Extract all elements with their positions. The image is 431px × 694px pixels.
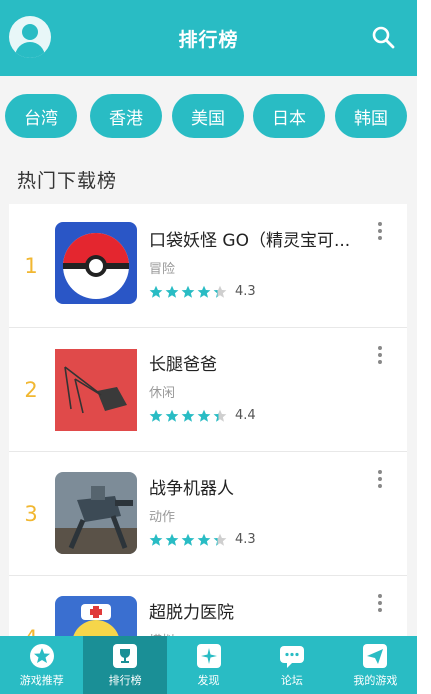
app-name: 口袋妖怪 GO（精灵宝可... — [149, 231, 351, 251]
star-partial-icon — [213, 285, 227, 298]
app-category: 动作 — [149, 510, 176, 525]
rank-number: 2 — [24, 378, 38, 402]
nav-label: 排行榜 — [108, 673, 142, 687]
app-name: 超脱力医院 — [149, 603, 234, 623]
rating-value: 4.3 — [235, 284, 256, 299]
page-title: 排行榜 — [178, 28, 239, 51]
star-full-icon — [149, 409, 163, 422]
chat-icon — [279, 645, 304, 668]
sparkle-icon — [196, 643, 221, 668]
nav-tab-ranking[interactable]: 排行榜 — [83, 636, 167, 694]
nav-label: 论坛 — [280, 673, 303, 687]
list-item[interactable]: 1 口袋妖怪 GO（精灵宝可... 冒险 4.3 — [9, 204, 407, 328]
app-list: 1 口袋妖怪 GO（精灵宝可... 冒险 4.3 2 长腿爸爸 休闲 4.4 3… — [9, 204, 407, 644]
star-rating: 4.4 — [149, 408, 256, 423]
more-icon[interactable] — [377, 594, 383, 614]
star-full-icon — [181, 285, 195, 298]
star-full-icon — [165, 409, 179, 422]
star-partial-icon — [213, 409, 227, 422]
star-full-icon — [149, 285, 163, 298]
app-screen: 排行榜 台湾 香港 美国 日本 韩国 热门下载榜 1 口袋妖怪 GO（精灵宝可.… — [0, 0, 431, 694]
right-edge — [417, 0, 431, 694]
region-tabs: 台湾 香港 美国 日本 韩国 — [0, 76, 417, 156]
nav-tab-discover[interactable]: 发现 — [167, 636, 250, 694]
section-title: 热门下载榜 — [17, 170, 118, 192]
nav-tab-forum[interactable]: 论坛 — [250, 636, 333, 694]
app-icon-pokemon-go — [55, 222, 137, 304]
list-item[interactable]: 4 超脱力医院 模拟 — [9, 576, 407, 644]
list-item[interactable]: 3 战争机器人 动作 4.3 — [9, 452, 407, 576]
rank-number: 1 — [24, 254, 38, 278]
more-icon[interactable] — [377, 346, 383, 366]
app-icon-daddy-long-legs — [55, 349, 137, 431]
star-full-icon — [181, 533, 195, 546]
top-bar: 排行榜 — [0, 0, 417, 76]
app-name: 战争机器人 — [149, 479, 234, 499]
more-icon[interactable] — [377, 222, 383, 242]
star-full-icon — [165, 533, 179, 546]
star-full-icon — [165, 285, 179, 298]
region-tab-hongkong[interactable]: 香港 — [90, 94, 162, 138]
star-full-icon — [181, 409, 195, 422]
app-category: 冒险 — [149, 262, 176, 277]
rank-number: 3 — [24, 502, 38, 526]
nav-tab-recommend[interactable]: 游戏推荐 — [0, 636, 83, 694]
more-icon[interactable] — [377, 470, 383, 490]
nav-tab-my-games[interactable]: 我的游戏 — [334, 636, 417, 694]
send-icon — [363, 643, 388, 668]
star-partial-icon — [213, 533, 227, 546]
star-rating: 4.3 — [149, 284, 256, 299]
star-rating: 4.3 — [149, 532, 256, 547]
bottom-nav: 游戏推荐 排行榜 发现 论坛 我的游戏 — [0, 636, 417, 694]
star-full-icon — [197, 533, 211, 546]
nav-label: 游戏推荐 — [19, 673, 64, 687]
region-tab-usa[interactable]: 美国 — [172, 94, 244, 138]
region-tab-japan[interactable]: 日本 — [253, 94, 325, 138]
nav-label: 发现 — [197, 673, 220, 687]
star-full-icon — [197, 285, 211, 298]
nav-label: 我的游戏 — [353, 673, 398, 687]
rating-value: 4.3 — [235, 532, 256, 547]
app-name: 长腿爸爸 — [149, 355, 217, 375]
app-category: 休闲 — [149, 386, 176, 401]
search-icon[interactable] — [371, 25, 395, 49]
star-full-icon — [149, 533, 163, 546]
region-tab-taiwan[interactable]: 台湾 — [5, 94, 77, 138]
list-item[interactable]: 2 长腿爸爸 休闲 4.4 — [9, 328, 407, 452]
region-tab-korea[interactable]: 韩国 — [335, 94, 407, 138]
star-icon — [29, 643, 54, 668]
star-full-icon — [197, 409, 211, 422]
app-icon-war-robots — [55, 472, 137, 554]
avatar[interactable] — [9, 16, 51, 58]
trophy-icon — [113, 643, 138, 668]
rating-value: 4.4 — [235, 408, 256, 423]
